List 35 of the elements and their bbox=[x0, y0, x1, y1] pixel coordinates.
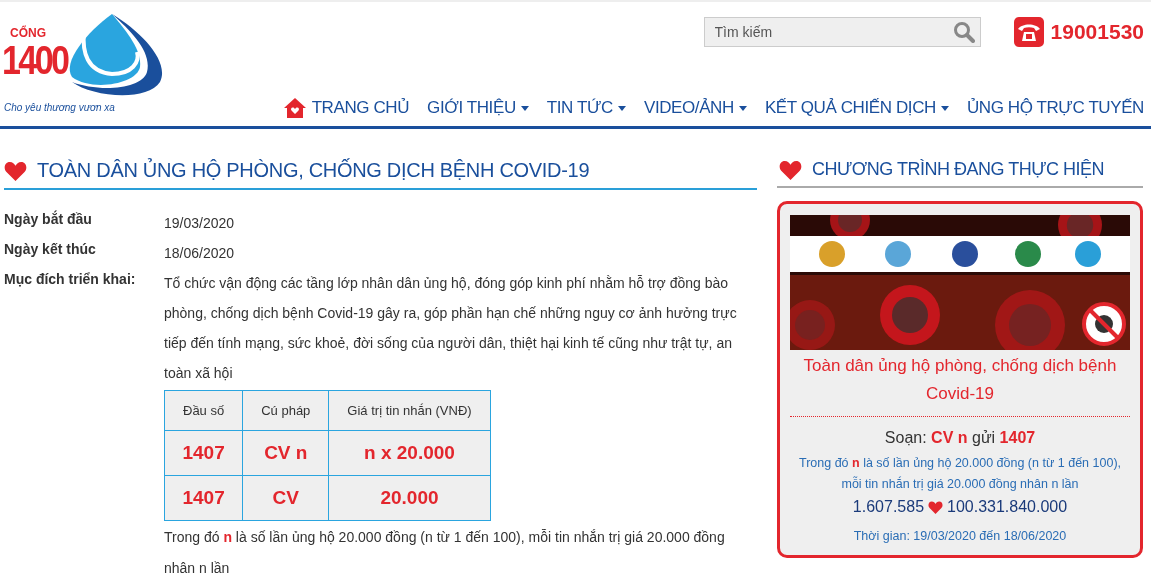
field-label: Ngày kết thúc bbox=[4, 240, 97, 259]
table-cell: 1407 bbox=[164, 475, 243, 521]
field-label: Mục đích triển khai: bbox=[4, 270, 137, 289]
campaign-period: Thời gian: 19/03/2020 đến 18/06/2020 bbox=[852, 529, 1068, 543]
sms-syntax: Soạn: CV n gửi 1407 bbox=[883, 429, 1037, 447]
logo-number: 1400 bbox=[2, 38, 68, 83]
section-title: TOÀN DÂN ỦNG HỘ PHÒNG, CHỐNG DỊCH BỆNH COVID-19 bbox=[37, 159, 590, 182]
nav-link[interactable]: TRANG CHỦ bbox=[282, 97, 410, 119]
field-label: Ngày bắt đầu bbox=[4, 209, 93, 229]
table-cell: 1407 bbox=[164, 430, 243, 476]
field-value: Tổ chức vận động các tầng lớp nhân dân ủng hộ, đóng góp kinh phí nhằm hỗ trợ đồng bào phòng, chống dịch bệnh Covid-19 gây ra, góp phần hạn chế những nguy cơ ảnh hưởng trực tiếp đến tính mạng, sức khoẻ, đời sống của người dân, thiệt hại kinh tế cũng như trật tự, an toàn xã hội bbox=[164, 274, 738, 383]
note-text: Trong đó n là số lần ủng hộ 20.000 đồng (n từ 1 đến 100), mỗi tin nhắn trị giá 20.000 đồng nhân n lần bbox=[798, 455, 1122, 493]
campaign-title[interactable]: Toàn dân ủng hộ phòng, chống dịch bệnh Covid-19 bbox=[790, 352, 1130, 417]
column-header: Đầu số bbox=[164, 390, 243, 431]
table-cell: CV n bbox=[242, 430, 329, 476]
nav-link[interactable]: VIDEO/ẢNH bbox=[643, 97, 747, 119]
table-cell: CV bbox=[242, 475, 329, 521]
search-field[interactable]: Tìm kiếm bbox=[703, 17, 981, 47]
field-value: 18/06/2020 bbox=[164, 244, 236, 263]
donation-count: 1.607.585 bbox=[852, 498, 925, 516]
nav-link[interactable]: ỦNG HỘ TRỰC TUYẾN bbox=[966, 97, 1144, 119]
field-value: 19/03/2020 bbox=[164, 214, 236, 233]
nav-link[interactable]: GIỚI THIỆU bbox=[427, 97, 529, 119]
section-title: CHƯƠNG TRÌNH ĐANG THỰC HIỆN bbox=[812, 159, 1105, 180]
donation-amount: 100.331.840.000 bbox=[947, 498, 1068, 516]
nav-link[interactable]: KẾT QUẢ CHIẾN DỊCH bbox=[764, 97, 949, 119]
table-cell: 20.000 bbox=[328, 475, 491, 521]
logo-title: CỔNG bbox=[10, 26, 46, 40]
table-cell: n x 20.000 bbox=[328, 430, 491, 476]
hotline-number[interactable]: 19001530 bbox=[1050, 20, 1144, 44]
note-text: Trong đó n là số lần ủng hộ 20.000 đồng (n từ 1 đến 100), mỗi tin nhắn trị giá 20.000 đồng nhân n lần bbox=[164, 528, 726, 578]
column-header: Giá trị tin nhắn (VNĐ) bbox=[328, 390, 491, 431]
logo-slogan: Cho yêu thương vươn xa bbox=[4, 102, 115, 113]
nav-link[interactable]: TIN TỨC bbox=[546, 97, 626, 119]
column-header: Cú pháp bbox=[242, 390, 329, 431]
